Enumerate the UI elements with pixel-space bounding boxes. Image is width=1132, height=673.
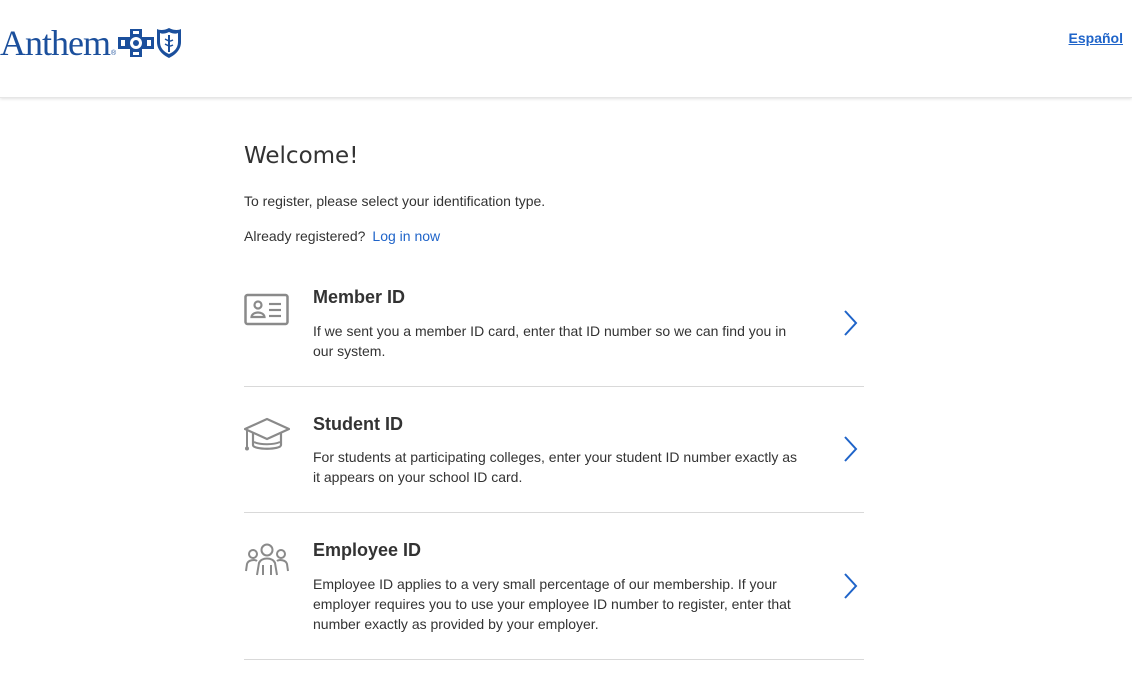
chevron-right-icon [844, 573, 858, 599]
log-in-now-link[interactable]: Log in now [372, 228, 440, 244]
already-registered-row: Already registered? Log in now [244, 227, 864, 245]
logo-wordmark: Anthem [0, 23, 111, 63]
people-group-icon [245, 543, 289, 576]
graduation-cap-icon [244, 417, 290, 451]
student-id-description: For students at participating colleges, … [313, 449, 798, 485]
page-title: Welcome! [244, 143, 359, 169]
blue-cross-blue-shield-icon [118, 27, 182, 59]
page-subtitle: To register, please select your identifi… [244, 193, 546, 209]
member-id-title: Member ID [313, 287, 406, 307]
id-card-icon [244, 293, 289, 326]
student-id-option[interactable]: Student ID For students at participating… [244, 387, 864, 513]
already-registered-text: Already registered? [244, 228, 366, 244]
member-id-description: If we sent you a member ID card, enter t… [313, 323, 787, 359]
chevron-right-icon [844, 310, 858, 336]
espanol-language-link[interactable]: Español [1069, 30, 1123, 46]
employee-id-description: Employee ID applies to a very small perc… [313, 576, 791, 632]
site-header: Anthem ® Español [0, 0, 1132, 98]
employee-id-title: Employee ID [313, 540, 422, 560]
student-id-title: Student ID [313, 414, 403, 434]
employee-id-option[interactable]: Employee ID Employee ID applies to a ver… [244, 513, 864, 660]
anthem-logo[interactable]: Anthem ® [0, 24, 182, 62]
member-id-option[interactable]: Member ID If we sent you a member ID car… [244, 280, 864, 387]
chevron-right-icon [844, 436, 858, 462]
registration-main: Welcome! To register, please select your… [244, 140, 864, 245]
logo-registered-mark: ® [110, 50, 117, 57]
